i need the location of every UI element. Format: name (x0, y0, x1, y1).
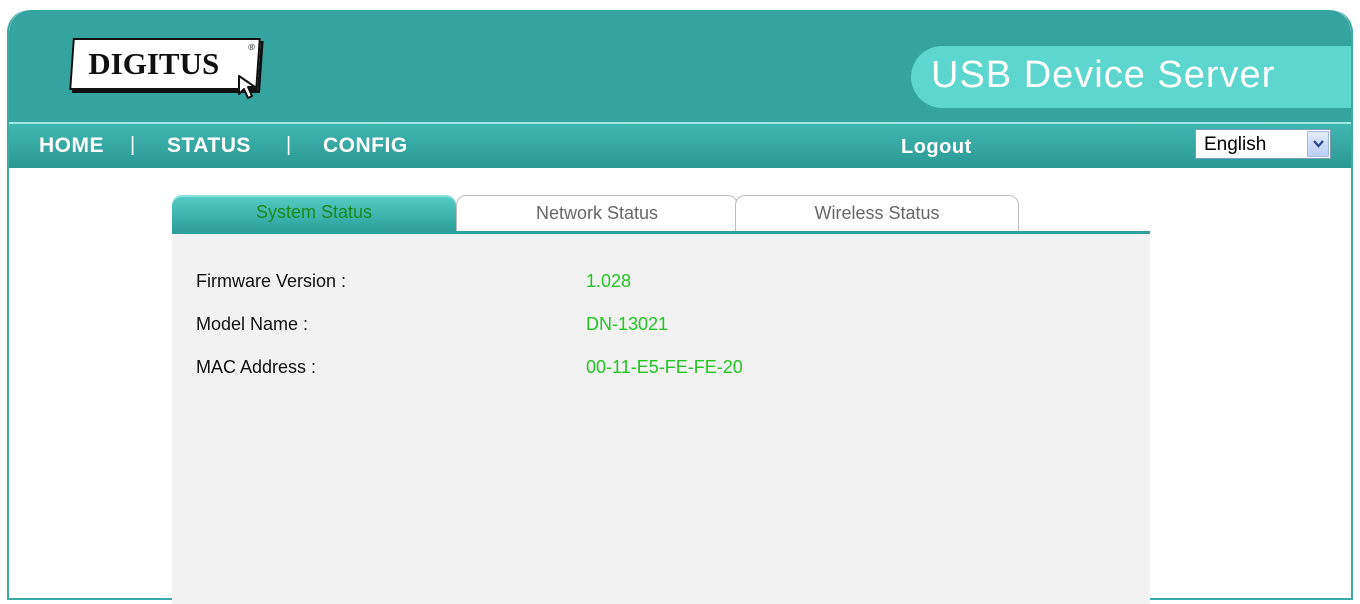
status-tabs: System Status Network Status Wireless St… (172, 195, 1150, 239)
tab-wireless-status[interactable]: Wireless Status (735, 195, 1019, 231)
system-status-panel: Firmware Version : 1.028 Model Name : DN… (172, 234, 1150, 604)
mac-address-value: 00-11-E5-FE-FE-20 (586, 357, 743, 377)
model-name-label: Model Name : (196, 314, 309, 334)
firmware-version-label: Firmware Version : (196, 271, 347, 291)
logo-registered-mark: ® (247, 42, 256, 52)
logout-link[interactable]: Logout (901, 136, 972, 159)
chevron-down-icon (1313, 140, 1324, 148)
language-selected-value: English (1204, 134, 1267, 155)
firmware-version-value: 1.028 (586, 271, 632, 291)
dropdown-button[interactable] (1307, 131, 1329, 157)
nav-status[interactable]: STATUS (167, 134, 251, 158)
mac-address-label: MAC Address : (196, 357, 317, 377)
digitus-logo: DIGITUS ® (69, 38, 261, 90)
nav-home[interactable]: HOME (39, 134, 104, 158)
model-name-value: DN-13021 (586, 314, 669, 334)
cursor-arrow-icon (238, 75, 256, 99)
language-select[interactable]: English (1195, 129, 1331, 159)
navbar: HOME | STATUS | CONFIG Logout English (9, 122, 1351, 168)
page-title: USB Device Server (931, 54, 1276, 96)
header: DIGITUS ® USB Device Server (9, 10, 1351, 122)
nav-config[interactable]: CONFIG (323, 134, 408, 158)
tab-system-status[interactable]: System Status (172, 195, 456, 231)
nav-separator: | (130, 134, 136, 156)
tab-network-status[interactable]: Network Status (456, 195, 738, 231)
nav-separator: | (286, 134, 292, 156)
logo-text: DIGITUS (88, 46, 220, 81)
title-banner: USB Device Server (911, 46, 1351, 108)
